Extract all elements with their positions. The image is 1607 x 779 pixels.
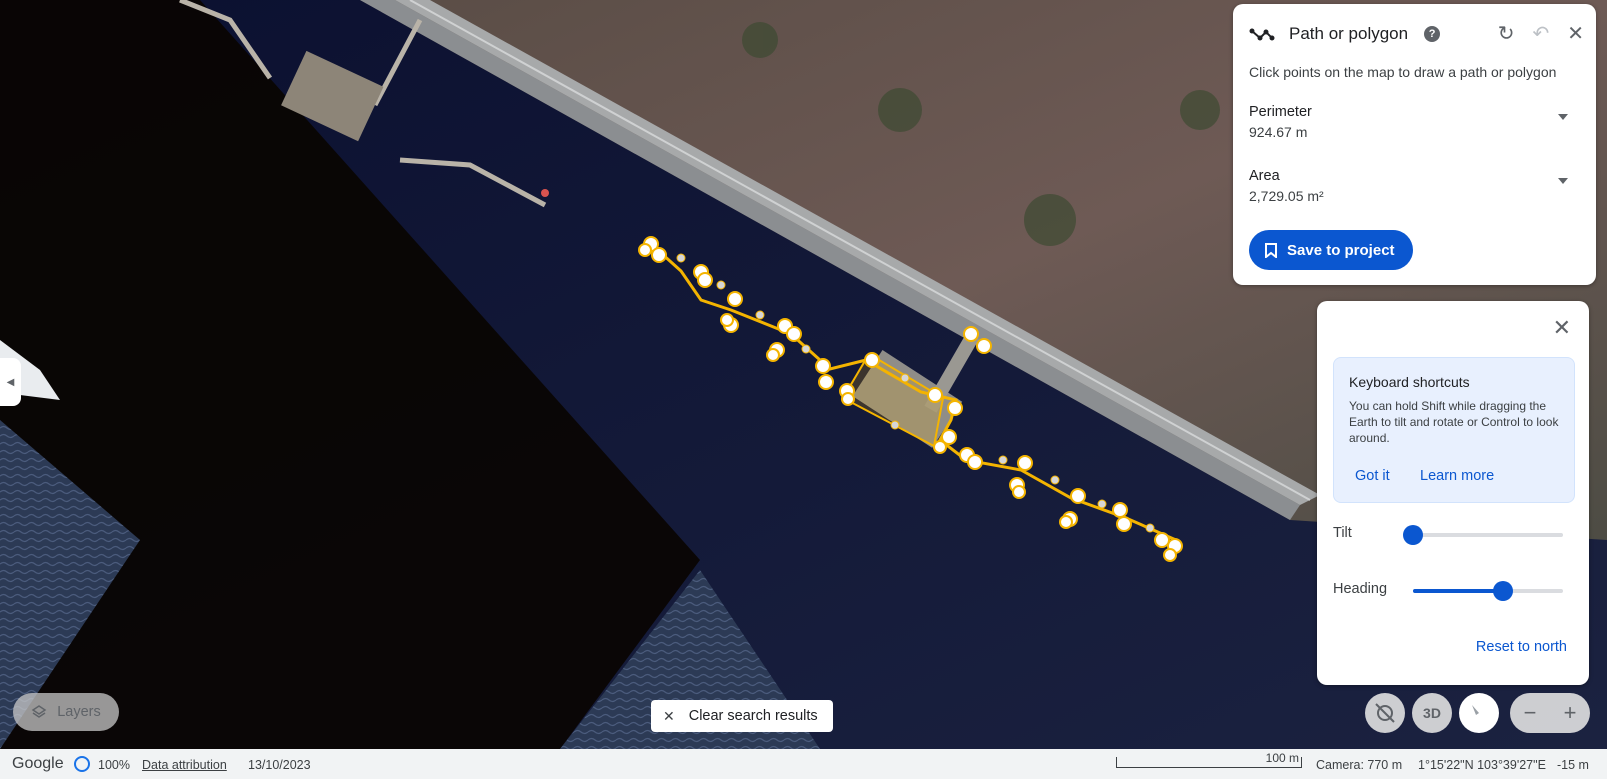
measure-title: Path or polygon (1289, 24, 1409, 43)
google-logo: Google (12, 755, 64, 772)
reset-to-north-link[interactable]: Reset to north (1476, 639, 1567, 655)
layers-label: Layers (57, 704, 101, 720)
elevation: -15 m (1557, 758, 1589, 772)
undo-icon[interactable]: ↶ (1532, 24, 1549, 44)
help-icon[interactable]: ? (1424, 26, 1441, 42)
3d-label: 3D (1423, 705, 1441, 721)
scale-bar: 100 m (1116, 751, 1302, 768)
layers-button[interactable]: Layers (13, 693, 119, 731)
keyboard-shortcuts-tip: Keyboard shortcuts You can hold Shift wh… (1333, 357, 1575, 503)
status-bar: Google 100% Data attribution 13/10/2023 … (0, 749, 1607, 779)
load-percent: 100% (98, 758, 130, 772)
loading-ring-icon (74, 756, 90, 772)
compass-icon (1472, 705, 1486, 721)
tilt-slider[interactable] (1403, 525, 1563, 545)
close-icon: ✕ (663, 707, 675, 724)
perimeter-value: 924.67 m (1249, 124, 1308, 140)
coordinates: 1°15'22"N 103°39'27"E (1418, 758, 1546, 772)
data-attribution-link[interactable]: Data attribution (142, 758, 227, 772)
navigation-panel: ✕ Keyboard shortcuts You can hold Shift … (1317, 301, 1589, 685)
compass-button[interactable] (1459, 693, 1499, 733)
camera-altitude: Camera: 770 m (1316, 758, 1403, 772)
clear-search-results-button[interactable]: ✕ Clear search results (651, 700, 833, 732)
heading-fill (1413, 589, 1503, 593)
zoom-in-button[interactable]: + (1564, 700, 1577, 726)
chevron-down-icon[interactable] (1558, 114, 1568, 120)
learn-more-link[interactable]: Learn more (1420, 468, 1494, 484)
heading-slider[interactable] (1413, 581, 1563, 601)
clear-label: Clear search results (688, 708, 818, 724)
measure-panel: Path or polygon ? ↻ ↶ ✕ Click points on … (1233, 4, 1596, 285)
3d-toggle-button[interactable]: 3D (1412, 693, 1452, 733)
chevron-down-icon[interactable] (1558, 178, 1568, 184)
layers-icon (31, 705, 47, 718)
tip-body: You can hold Shift while dragging the Ea… (1349, 399, 1559, 445)
save-to-project-button[interactable]: Save to project (1249, 230, 1413, 270)
area-row[interactable]: Area 2,729.05 m² (1249, 168, 1580, 204)
heading-handle[interactable] (1493, 581, 1513, 601)
perimeter-row[interactable]: Perimeter 924.67 m (1249, 104, 1580, 140)
bookmark-icon (1265, 242, 1277, 258)
got-it-button[interactable]: Got it (1355, 468, 1390, 484)
area-label: Area (1249, 168, 1280, 184)
scale-label: 100 m (1265, 751, 1299, 765)
collapse-sidebar-button[interactable]: ◀ (0, 358, 21, 406)
close-icon[interactable]: ✕ (1567, 24, 1584, 44)
tip-title: Keyboard shortcuts (1349, 374, 1470, 390)
close-icon[interactable]: ✕ (1553, 315, 1571, 341)
zoom-controls: − + (1510, 693, 1590, 733)
area-value: 2,729.05 m² (1249, 188, 1324, 204)
tilt-toggle-button[interactable] (1365, 693, 1405, 733)
imagery-date: 13/10/2023 (248, 758, 311, 772)
measure-hint: Click points on the map to draw a path o… (1249, 64, 1557, 80)
heading-label: Heading (1333, 581, 1388, 597)
chevron-left-icon: ◀ (6, 376, 15, 388)
save-label: Save to project (1287, 241, 1395, 259)
tilt-handle[interactable] (1403, 525, 1423, 545)
measure-header: Path or polygon ? ↻ ↶ ✕ (1249, 20, 1584, 48)
path-icon (1249, 28, 1275, 41)
no-tilt-icon (1375, 703, 1395, 723)
zoom-out-button[interactable]: − (1524, 700, 1537, 726)
tilt-label: Tilt (1333, 525, 1352, 541)
perimeter-label: Perimeter (1249, 104, 1312, 120)
refresh-icon[interactable]: ↻ (1498, 24, 1515, 44)
